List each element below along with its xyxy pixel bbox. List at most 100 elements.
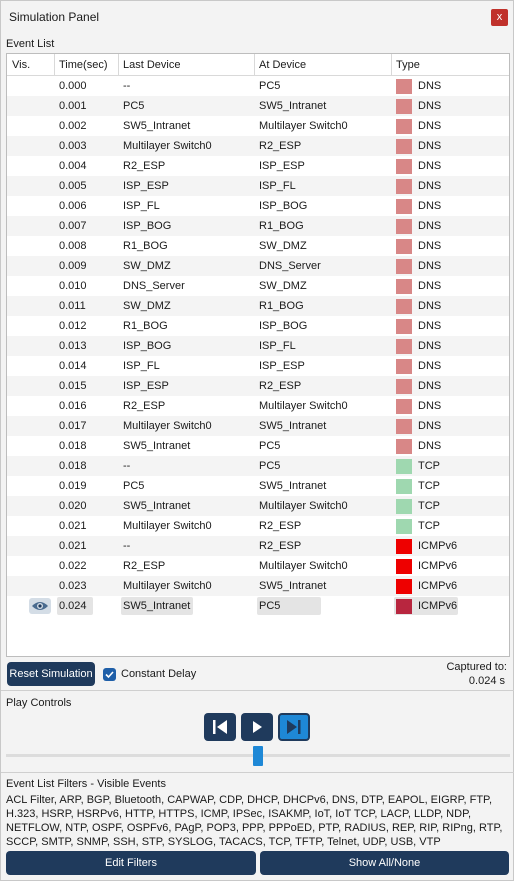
event-row[interactable]: 0.010 DNS_Server SW_DMZ DNS	[7, 276, 509, 296]
reset-simulation-button[interactable]: Reset Simulation	[7, 662, 95, 686]
event-row[interactable]: 0.004 R2_ESP ISP_ESP DNS	[7, 156, 509, 176]
event-row[interactable]: 0.023 Multilayer Switch0 SW5_Intranet ICMPv…	[7, 576, 509, 596]
event-type-color-swatch[interactable]	[396, 259, 412, 274]
event-type: DNS	[418, 220, 442, 232]
event-at-device: R2_ESP	[259, 380, 302, 392]
event-row[interactable]: 0.005 ISP_ESP ISP_FL DNS	[7, 176, 509, 196]
column-header-vis[interactable]: Vis.	[12, 59, 30, 71]
event-time: 0.001	[59, 100, 87, 112]
event-row[interactable]: 0.017 Multilayer Switch0 SW5_Intranet DNS	[7, 416, 509, 436]
event-time: 0.024	[59, 600, 87, 612]
event-time: 0.009	[59, 260, 87, 272]
event-at-device: SW5_Intranet	[259, 480, 327, 492]
capture-forward-button[interactable]	[278, 713, 310, 741]
event-type-color-swatch[interactable]	[396, 79, 412, 94]
event-type-color-swatch[interactable]	[396, 159, 412, 174]
event-type-color-swatch[interactable]	[396, 579, 412, 594]
event-row[interactable]: 0.020 SW5_Intranet Multilayer Switch0 TCP	[7, 496, 509, 516]
event-last-device: SW5_Intranet	[123, 500, 191, 512]
event-row[interactable]: 0.015 ISP_ESP R2_ESP DNS	[7, 376, 509, 396]
event-type-color-swatch[interactable]	[396, 439, 412, 454]
column-header-time[interactable]: Time(sec)	[59, 59, 107, 71]
event-type-color-swatch[interactable]	[396, 119, 412, 134]
event-row[interactable]: 0.018 -- PC5 TCP	[7, 456, 509, 476]
back-icon	[213, 720, 227, 734]
event-row[interactable]: 0.021 -- R2_ESP ICMPv6	[7, 536, 509, 556]
event-type: TCP	[418, 480, 440, 492]
play-button[interactable]	[241, 713, 273, 741]
event-row[interactable]: 0.001 PC5 SW5_Intranet DNS	[7, 96, 509, 116]
event-time: 0.008	[59, 240, 87, 252]
event-row[interactable]: 0.014 ISP_FL ISP_ESP DNS	[7, 356, 509, 376]
event-row[interactable]: 0.011 SW_DMZ R1_BOG DNS	[7, 296, 509, 316]
event-type: ICMPv6	[418, 600, 458, 612]
event-row[interactable]: 0.024 SW5_Intranet PC5 ICMPv6	[7, 596, 509, 616]
event-time: 0.002	[59, 120, 87, 132]
event-type-color-swatch[interactable]	[396, 539, 412, 554]
event-time: 0.006	[59, 200, 87, 212]
event-type-color-swatch[interactable]	[396, 359, 412, 374]
event-row[interactable]: 0.000 -- PC5 DNS	[7, 76, 509, 96]
event-type-color-swatch[interactable]	[396, 479, 412, 494]
event-type-color-swatch[interactable]	[396, 559, 412, 574]
event-time: 0.020	[59, 500, 87, 512]
event-last-device: DNS_Server	[123, 280, 185, 292]
event-type-color-swatch[interactable]	[396, 179, 412, 194]
event-type-color-swatch[interactable]	[396, 99, 412, 114]
column-header-last-device[interactable]: Last Device	[123, 59, 180, 71]
event-time: 0.018	[59, 440, 87, 452]
column-header-at-device[interactable]: At Device	[259, 59, 306, 71]
event-type-color-swatch[interactable]	[396, 399, 412, 414]
event-row[interactable]: 0.013 ISP_BOG ISP_FL DNS	[7, 336, 509, 356]
event-type: TCP	[418, 520, 440, 532]
title-bar[interactable]: Simulation Panel x	[1, 1, 513, 33]
event-row[interactable]: 0.018 SW5_Intranet PC5 DNS	[7, 436, 509, 456]
event-row[interactable]: 0.016 R2_ESP Multilayer Switch0 DNS	[7, 396, 509, 416]
event-type-color-swatch[interactable]	[396, 299, 412, 314]
column-header-type[interactable]: Type	[396, 59, 420, 71]
edit-filters-button[interactable]: Edit Filters	[6, 851, 256, 875]
event-type-color-swatch[interactable]	[396, 199, 412, 214]
event-row[interactable]: 0.009 SW_DMZ DNS_Server DNS	[7, 256, 509, 276]
event-type-color-swatch[interactable]	[396, 499, 412, 514]
back-button[interactable]	[204, 713, 236, 741]
event-type: DNS	[418, 300, 442, 312]
show-all-none-button[interactable]: Show All/None	[260, 851, 509, 875]
event-type-color-swatch[interactable]	[396, 459, 412, 474]
event-type-color-swatch[interactable]	[396, 279, 412, 294]
event-type-color-swatch[interactable]	[396, 379, 412, 394]
speed-slider-thumb[interactable]	[253, 746, 263, 766]
event-time: 0.021	[59, 520, 87, 532]
event-row[interactable]: 0.019 PC5 SW5_Intranet TCP	[7, 476, 509, 496]
event-type: DNS	[418, 80, 442, 92]
event-type-color-swatch[interactable]	[396, 219, 412, 234]
event-at-device: ISP_FL	[259, 180, 296, 192]
event-type-color-swatch[interactable]	[396, 319, 412, 334]
event-type-color-swatch[interactable]	[396, 139, 412, 154]
event-row[interactable]: 0.006 ISP_FL ISP_BOG DNS	[7, 196, 509, 216]
event-at-device: ISP_ESP	[259, 360, 305, 372]
close-button[interactable]: x	[491, 9, 508, 26]
constant-delay-checkbox[interactable]	[103, 668, 116, 681]
event-row[interactable]: 0.008 R1_BOG SW_DMZ DNS	[7, 236, 509, 256]
event-type-color-swatch[interactable]	[396, 339, 412, 354]
event-row[interactable]: 0.002 SW5_Intranet Multilayer Switch0 DNS	[7, 116, 509, 136]
event-row[interactable]: 0.007 ISP_BOG R1_BOG DNS	[7, 216, 509, 236]
event-row[interactable]: 0.003 Multilayer Switch0 R2_ESP DNS	[7, 136, 509, 156]
event-last-device: R1_BOG	[123, 320, 168, 332]
eye-icon[interactable]	[29, 598, 51, 614]
event-type-color-swatch[interactable]	[396, 239, 412, 254]
event-type-color-swatch[interactable]	[396, 599, 412, 614]
event-time: 0.012	[59, 320, 87, 332]
event-time: 0.013	[59, 340, 87, 352]
event-type-color-swatch[interactable]	[396, 419, 412, 434]
event-type-color-swatch[interactable]	[396, 519, 412, 534]
event-row[interactable]: 0.012 R1_BOG ISP_BOG DNS	[7, 316, 509, 336]
event-row[interactable]: 0.022 R2_ESP Multilayer Switch0 ICMPv6	[7, 556, 509, 576]
event-row[interactable]: 0.021 Multilayer Switch0 R2_ESP TCP	[7, 516, 509, 536]
event-last-device: ISP_FL	[123, 200, 160, 212]
simulation-panel-window: Simulation Panel x Event List Vis. Time(…	[0, 0, 514, 881]
event-time: 0.003	[59, 140, 87, 152]
event-at-device: Multilayer Switch0	[259, 560, 348, 572]
event-last-device: SW_DMZ	[123, 260, 171, 272]
